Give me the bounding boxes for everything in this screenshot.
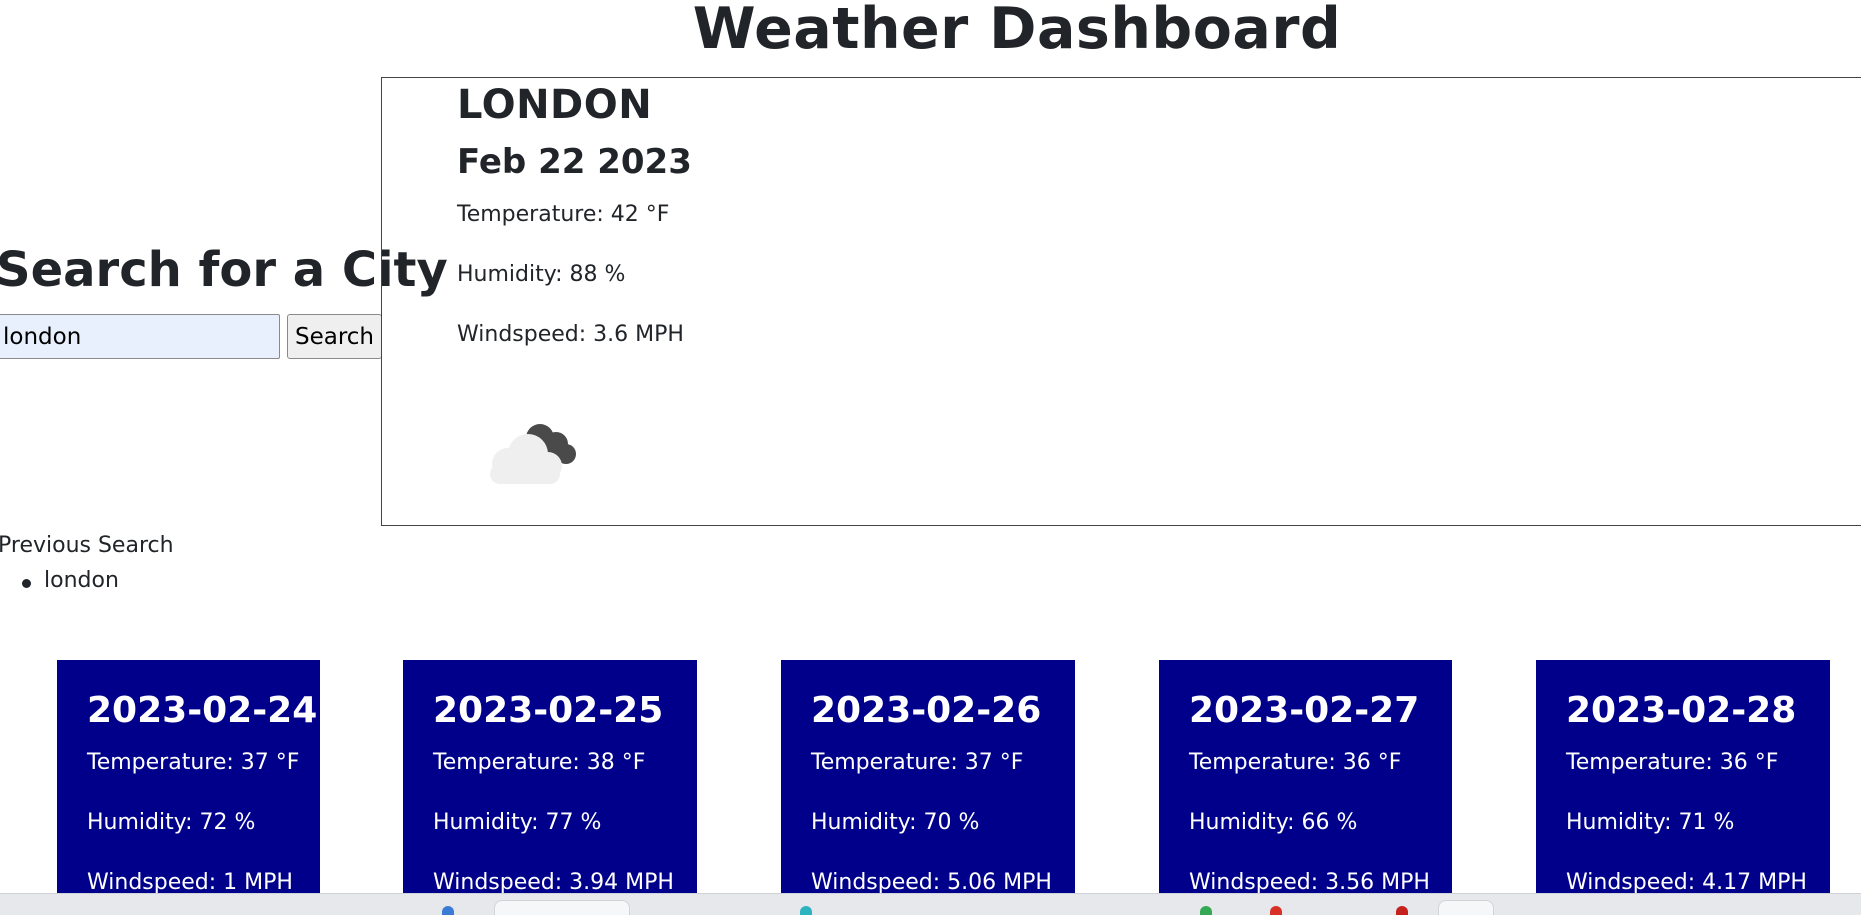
forecast-date: 2023-02-26 xyxy=(811,690,1042,731)
forecast-temperature: Temperature: 37 °F xyxy=(811,750,1024,775)
current-city-name: LONDON xyxy=(457,82,653,128)
forecast-date: 2023-02-27 xyxy=(1189,690,1420,731)
forecast-date: 2023-02-25 xyxy=(433,690,664,731)
app-icon[interactable] xyxy=(1270,906,1282,915)
previous-search-label: Previous Search xyxy=(0,533,174,558)
taskbar-search-box[interactable] xyxy=(494,900,630,915)
forecast-card-day-2: 2023-02-25 Temperature: 38 °F Humidity: … xyxy=(403,660,697,915)
forecast-windspeed: Windspeed: 5.06 MPH xyxy=(811,870,1052,895)
previous-search-item[interactable]: london xyxy=(20,568,119,593)
forecast-humidity: Humidity: 72 % xyxy=(87,810,256,835)
forecast-date: 2023-02-28 xyxy=(1566,690,1797,731)
os-taskbar xyxy=(0,893,1861,915)
forecast-temperature: Temperature: 36 °F xyxy=(1566,750,1779,775)
forecast-humidity: Humidity: 77 % xyxy=(433,810,602,835)
previous-search-list: london xyxy=(20,568,119,593)
forecast-windspeed: Windspeed: 1 MPH xyxy=(87,870,293,895)
forecast-temperature: Temperature: 38 °F xyxy=(433,750,646,775)
current-windspeed: Windspeed: 3.6 MPH xyxy=(457,322,684,347)
current-temperature: Temperature: 42 °F xyxy=(457,202,670,227)
forecast-humidity: Humidity: 66 % xyxy=(1189,810,1358,835)
forecast-card-day-3: 2023-02-26 Temperature: 37 °F Humidity: … xyxy=(781,660,1075,915)
taskbar-active-app[interactable] xyxy=(1438,900,1494,915)
forecast-humidity: Humidity: 71 % xyxy=(1566,810,1735,835)
forecast-temperature: Temperature: 37 °F xyxy=(87,750,300,775)
app-icon[interactable] xyxy=(800,906,812,915)
current-weather-panel: LONDON Feb 22 2023 Temperature: 42 °F Hu… xyxy=(381,77,1861,526)
forecast-card-day-4: 2023-02-27 Temperature: 36 °F Humidity: … xyxy=(1159,660,1452,915)
app-icon[interactable] xyxy=(1200,906,1212,915)
forecast-windspeed: Windspeed: 3.94 MPH xyxy=(433,870,674,895)
forecast-card-day-5: 2023-02-28 Temperature: 36 °F Humidity: … xyxy=(1536,660,1830,915)
forecast-windspeed: Windspeed: 4.17 MPH xyxy=(1566,870,1807,895)
city-search-input[interactable] xyxy=(0,314,280,359)
page-title: Weather Dashboard xyxy=(692,0,1342,62)
current-date: Feb 22 2023 xyxy=(457,142,692,182)
search-button[interactable]: Search xyxy=(287,314,382,359)
app-icon[interactable] xyxy=(1396,906,1408,915)
cloudy-night-icon xyxy=(478,414,588,494)
start-icon[interactable] xyxy=(442,906,454,915)
forecast-temperature: Temperature: 36 °F xyxy=(1189,750,1402,775)
forecast-humidity: Humidity: 70 % xyxy=(811,810,980,835)
weather-dashboard-page: Weather Dashboard Search for a City Sear… xyxy=(0,0,1861,915)
current-humidity: Humidity: 88 % xyxy=(457,262,626,287)
forecast-date: 2023-02-24 xyxy=(87,690,318,731)
forecast-windspeed: Windspeed: 3.56 MPH xyxy=(1189,870,1430,895)
forecast-card-day-1: 2023-02-24 Temperature: 37 °F Humidity: … xyxy=(57,660,320,915)
